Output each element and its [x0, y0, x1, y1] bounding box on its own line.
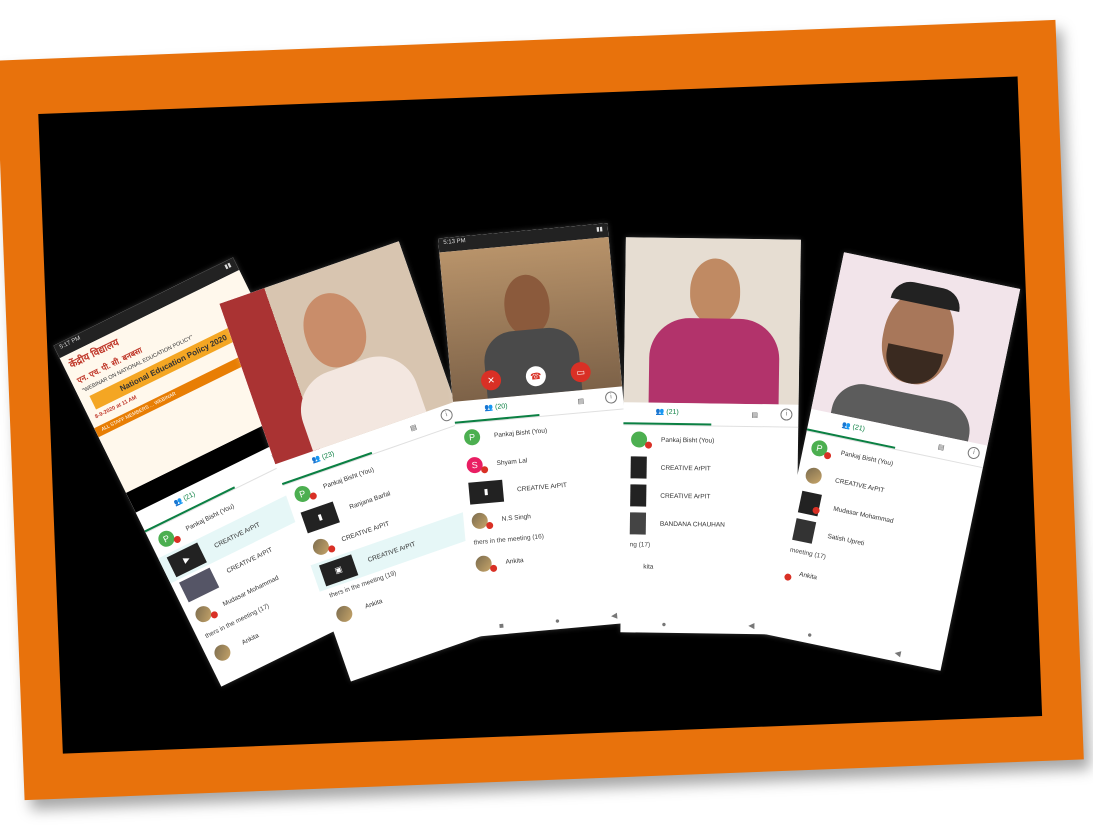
- avatar: [334, 603, 355, 625]
- participant-name: Ankita: [240, 631, 260, 647]
- avatar: P: [463, 428, 481, 446]
- avatar: [804, 466, 824, 486]
- participant-name: Pankaj Bisht (You): [493, 426, 548, 439]
- people-icon: 👥: [841, 421, 852, 431]
- back-icon[interactable]: ◀: [611, 611, 618, 621]
- participant-name: Ankita: [798, 570, 818, 582]
- video-thumb: [630, 456, 647, 479]
- orange-frame: 5:17 PM ▮▮ केंद्रीय विद्यालय एन. एच. पी. …: [0, 19, 1084, 801]
- phone-screenshot-4: 👥 (21) ▤ i Pankaj Bisht (You) CREATIVE A…: [620, 237, 801, 635]
- chat-icon: ▤: [409, 423, 418, 433]
- status-time: 5:13 PM: [443, 238, 466, 247]
- participant-name: kita: [643, 563, 654, 571]
- mic-off-icon: [783, 572, 793, 582]
- people-count: (20): [494, 402, 508, 412]
- participant-row[interactable]: kita: [621, 552, 796, 582]
- video-feed: ✕ ☎ ▭: [439, 237, 623, 402]
- people-icon: 👥: [311, 455, 322, 465]
- people-icon: 👥: [484, 404, 494, 412]
- tab-bar: 👥 (21) ▤ i: [623, 402, 799, 428]
- video-feed: [623, 237, 801, 405]
- participant-name: CREATIVE ArPIT: [660, 492, 711, 500]
- participant-name: BANDANA CHAUHAN: [659, 520, 725, 529]
- participant-name: Shyam Lal: [496, 456, 528, 467]
- participant-shirt: [648, 317, 780, 405]
- mic-off-icon: [209, 610, 220, 620]
- participant-face: [501, 272, 552, 337]
- home-icon[interactable]: ●: [806, 630, 813, 640]
- participant-name: Pankaj Bisht (You): [840, 449, 894, 468]
- people-count: (21): [666, 408, 679, 417]
- tab-people[interactable]: 👥 (21): [623, 402, 712, 426]
- participant-name: Ankita: [505, 556, 524, 566]
- participant-row[interactable]: CREATIVE ArPIT: [622, 453, 797, 483]
- video-thumb: [629, 512, 647, 535]
- participant-name: Pankaj Bisht (You): [661, 436, 715, 445]
- people-count: (21): [182, 490, 197, 503]
- nav-bar: ■ ● ◀: [473, 609, 643, 633]
- home-icon[interactable]: ●: [661, 620, 666, 629]
- chat-icon: ▤: [751, 412, 759, 420]
- home-icon[interactable]: ●: [555, 616, 561, 625]
- participant-name: Ranjana Barfal: [348, 489, 392, 511]
- mic-off-icon: [172, 534, 182, 545]
- back-icon[interactable]: ◀: [894, 648, 902, 658]
- phone-screenshot-5: 👥 (21) ▤ i P Pankaj Bisht (You) CREATIVE …: [764, 252, 1021, 671]
- participant-name: CREATIVE ArPIT: [834, 476, 885, 494]
- people-icon: 👥: [172, 497, 184, 508]
- mic-off-icon: [644, 441, 653, 449]
- mic-off-icon: [823, 451, 832, 460]
- participant-name: Satish Upreti: [826, 532, 865, 547]
- people-icon: 👥: [655, 408, 665, 416]
- mic-off-icon: [480, 465, 489, 474]
- mic-off-icon: [811, 506, 821, 515]
- people-count: (21): [851, 423, 866, 434]
- avatar: [211, 641, 234, 664]
- mic-off-icon: [327, 544, 337, 554]
- mic-off-icon: [308, 491, 318, 501]
- presentation-thumb: ▮: [468, 479, 505, 505]
- video-thumb: [792, 518, 817, 544]
- participant-name: CREATIVE ArPIT: [366, 540, 417, 564]
- chat-icon: ▤: [937, 443, 946, 452]
- square-icon[interactable]: ■: [499, 621, 505, 630]
- participant-name: N.S Singh: [501, 512, 532, 523]
- nav-bar: ● ◀: [765, 621, 943, 667]
- phone-screenshot-3: 5:13 PM ▮▮ ✕ ☎ ▭ 👥 (20) ▤ i P Pankaj Bisht…: [437, 223, 644, 637]
- participant-row[interactable]: CREATIVE ArPIT: [622, 481, 797, 511]
- participant-row[interactable]: Pankaj Bisht (You): [623, 425, 798, 455]
- video-thumb: [630, 484, 647, 507]
- mic-off-icon: [485, 521, 494, 530]
- people-count: (23): [321, 450, 336, 462]
- participant-row[interactable]: BANDANA CHAUHAN: [622, 509, 797, 539]
- back-icon[interactable]: ◀: [748, 621, 754, 630]
- mic-off-icon: [489, 564, 498, 573]
- participant-name: CREATIVE ArPIT: [516, 481, 568, 493]
- participant-face: [689, 258, 741, 324]
- black-board: 5:17 PM ▮▮ केंद्रीय विद्यालय एन. एच. पी. …: [38, 76, 1043, 754]
- participant-name: CREATIVE ArPIT: [660, 464, 711, 472]
- participant-name: Ankita: [363, 597, 384, 610]
- chat-icon: ▤: [577, 397, 585, 406]
- participant-name: Mudasar Mohammad: [832, 505, 895, 525]
